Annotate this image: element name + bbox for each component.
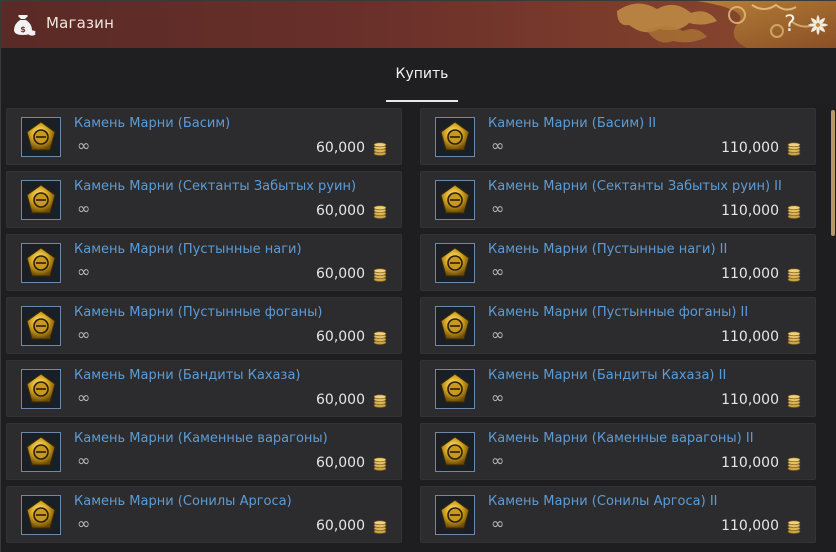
silver-coins-icon [787, 268, 801, 282]
item-price: 110,000 [721, 266, 779, 282]
scrollbar-thumb[interactable] [831, 110, 835, 236]
silver-coins-icon [373, 331, 387, 345]
silver-coins-icon [373, 457, 387, 471]
shop-item-card[interactable]: Камень Марни (Бандиты Кахаза) II ∞ 110,0… [420, 360, 816, 417]
item-price: 110,000 [721, 392, 779, 408]
item-quantity: ∞ [77, 514, 91, 533]
item-list[interactable]: Камень Марни (Басим) ∞ 60,000 Камень Мар… [1, 104, 836, 552]
item-quantity: ∞ [77, 451, 91, 470]
close-lotus-icon[interactable] [806, 13, 830, 37]
marni-stone-icon [435, 117, 475, 157]
item-name: Камень Марни (Бандиты Кахаза) [74, 368, 301, 383]
item-name: Камень Марни (Басим) II [488, 116, 657, 131]
item-quantity: ∞ [491, 388, 505, 407]
item-price: 60,000 [316, 203, 365, 219]
item-price: 60,000 [316, 329, 365, 345]
marni-stone-icon [21, 306, 61, 346]
silver-coins-icon [373, 394, 387, 408]
item-quantity: ∞ [77, 325, 91, 344]
silver-coins-icon [787, 142, 801, 156]
silver-coins-icon [373, 268, 387, 282]
item-price: 60,000 [316, 392, 365, 408]
item-quantity: ∞ [491, 451, 505, 470]
item-name: Камень Марни (Каменные варагоны) [74, 431, 328, 446]
money-bag-icon: $ [14, 15, 36, 36]
marni-stone-icon [435, 180, 475, 220]
item-quantity: ∞ [491, 262, 505, 281]
marni-stone-icon [21, 180, 61, 220]
shop-item-card[interactable]: Камень Марни (Пустынные наги) II ∞ 110,0… [420, 234, 816, 291]
item-name: Камень Марни (Каменные варагоны) II [488, 431, 754, 446]
item-price: 60,000 [316, 266, 365, 282]
marni-stone-icon [435, 369, 475, 409]
silver-coins-icon [787, 331, 801, 345]
item-quantity: ∞ [491, 199, 505, 218]
item-name: Камень Марни (Пустынные фоганы) [74, 305, 323, 320]
tab-active-indicator [386, 100, 458, 102]
help-button[interactable]: ? [778, 11, 802, 39]
shop-item-card[interactable]: Камень Марни (Пустынные наги) ∞ 60,000 [6, 234, 402, 291]
shop-item-card[interactable]: Камень Марни (Сектанты Забытых руин) ∞ 6… [6, 171, 402, 228]
item-name: Камень Марни (Пустынные фоганы) II [488, 305, 749, 320]
item-name: Камень Марни (Бандиты Кахаза) II [488, 368, 727, 383]
marni-stone-icon [21, 432, 61, 472]
silver-coins-icon [787, 520, 801, 534]
item-price: 110,000 [721, 203, 779, 219]
item-price: 110,000 [721, 455, 779, 471]
svg-text:$: $ [20, 25, 26, 34]
marni-stone-icon [435, 243, 475, 283]
tab-buy[interactable]: Купить [386, 48, 458, 102]
silver-coins-icon [787, 205, 801, 219]
item-name: Камень Марни (Сектанты Забытых руин) II [488, 179, 782, 194]
silver-coins-icon [373, 205, 387, 219]
item-quantity: ∞ [77, 388, 91, 407]
item-name: Камень Марни (Сонилы Аргоса) II [488, 494, 718, 509]
item-price: 110,000 [721, 518, 779, 534]
item-name: Камень Марни (Басим) [74, 116, 231, 131]
silver-coins-icon [787, 457, 801, 471]
shop-item-card[interactable]: Камень Марни (Каменные варагоны) ∞ 60,00… [6, 423, 402, 480]
item-quantity: ∞ [491, 514, 505, 533]
marni-stone-icon [21, 243, 61, 283]
item-price: 110,000 [721, 140, 779, 156]
marni-stone-icon [21, 117, 61, 157]
silver-coins-icon [373, 142, 387, 156]
item-price: 60,000 [316, 518, 365, 534]
shop-item-card[interactable]: Камень Марни (Басим) ∞ 60,000 [6, 108, 402, 165]
item-price: 60,000 [316, 140, 365, 156]
marni-stone-icon [435, 495, 475, 535]
item-quantity: ∞ [77, 262, 91, 281]
shop-item-card[interactable]: Камень Марни (Пустынные фоганы) ∞ 60,000 [6, 297, 402, 354]
item-name: Камень Марни (Пустынные наги) [74, 242, 302, 257]
shop-item-card[interactable]: Камень Марни (Сонилы Аргоса) ∞ 60,000 [6, 486, 402, 543]
item-name: Камень Марни (Сонилы Аргоса) [74, 494, 292, 509]
marni-stone-icon [21, 369, 61, 409]
tab-bar: Купить [1, 48, 836, 104]
item-price: 110,000 [721, 329, 779, 345]
item-quantity: ∞ [77, 136, 91, 155]
marni-stone-icon [435, 306, 475, 346]
shop-item-card[interactable]: Камень Марни (Сектанты Забытых руин) II … [420, 171, 816, 228]
shop-item-card[interactable]: Камень Марни (Сонилы Аргоса) II ∞ 110,00… [420, 486, 816, 543]
shop-item-card[interactable]: Камень Марни (Каменные варагоны) II ∞ 11… [420, 423, 816, 480]
shop-item-card[interactable]: Камень Марни (Басим) II ∞ 110,000 [420, 108, 816, 165]
item-quantity: ∞ [491, 325, 505, 344]
marni-stone-icon [435, 432, 475, 472]
shop-item-card[interactable]: Камень Марни (Бандиты Кахаза) ∞ 60,000 [6, 360, 402, 417]
item-quantity: ∞ [77, 199, 91, 218]
silver-coins-icon [787, 394, 801, 408]
titlebar[interactable]: $ Магазин ? [1, 1, 836, 48]
item-name: Камень Марни (Пустынные наги) II [488, 242, 728, 257]
silver-coins-icon [373, 520, 387, 534]
shop-item-card[interactable]: Камень Марни (Пустынные фоганы) II ∞ 110… [420, 297, 816, 354]
item-quantity: ∞ [491, 136, 505, 155]
item-price: 60,000 [316, 455, 365, 471]
shop-window: $ Магазин ? Купить Камень Марни (Басим) … [0, 0, 836, 552]
marni-stone-icon [21, 495, 61, 535]
item-name: Камень Марни (Сектанты Забытых руин) [74, 179, 357, 194]
window-title: Магазин [46, 14, 115, 32]
